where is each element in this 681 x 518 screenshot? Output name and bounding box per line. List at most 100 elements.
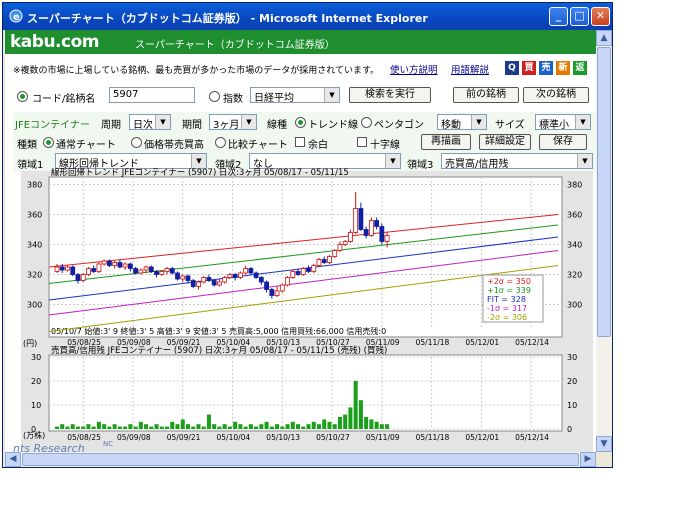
horizontal-scroll-thumb[interactable] xyxy=(22,453,579,466)
volume-bar xyxy=(332,424,337,429)
volume-bar xyxy=(65,426,70,429)
candle-body xyxy=(258,277,264,283)
volume-bar xyxy=(75,426,80,429)
candle-body xyxy=(353,208,359,233)
volume-bar xyxy=(175,424,180,429)
volume-bar xyxy=(269,426,274,429)
candle-body xyxy=(232,274,238,278)
volume-bar xyxy=(191,426,196,429)
candle-body xyxy=(169,268,175,274)
close-button[interactable]: ✕ xyxy=(591,7,610,26)
candle-body xyxy=(316,259,322,266)
price-y-tick-right: 300 xyxy=(567,301,582,310)
candle-body xyxy=(384,235,390,242)
maximize-button[interactable]: □ xyxy=(570,7,589,26)
candle-body xyxy=(279,284,285,292)
volume-bar xyxy=(138,421,143,429)
volume-bar xyxy=(264,421,269,429)
volume-bar xyxy=(233,421,238,429)
volume-bar xyxy=(96,421,101,429)
price-y-axis-label: (円) xyxy=(23,339,37,348)
volume-bar xyxy=(306,424,311,429)
volume-bar xyxy=(285,424,290,429)
volume-bar xyxy=(117,426,122,429)
candle-body xyxy=(274,290,280,296)
price-y-tick-right: 340 xyxy=(567,241,582,250)
candle-body xyxy=(201,277,207,283)
volume-bar xyxy=(185,424,190,429)
volume-bar xyxy=(201,426,206,429)
browser-window: e スーパーチャート（カブドットコム証券版） - Microsoft Inter… xyxy=(2,2,613,468)
candle-body xyxy=(321,259,327,263)
volume-x-tick: 05/10/27 xyxy=(316,433,350,442)
candle-body xyxy=(91,268,97,272)
price-info-line: 05/10/7 始値:3' 9 終値:3' 5 高値:3' 9 安値:3' 5 … xyxy=(51,326,386,336)
volume-bar xyxy=(374,421,379,429)
candle-body xyxy=(148,266,154,272)
candle-body xyxy=(75,274,81,281)
volume-bar xyxy=(86,424,91,429)
volume-y-tick-right: 0 xyxy=(567,425,572,434)
volume-x-tick: 05/10/04 xyxy=(217,433,251,442)
candle-body xyxy=(65,266,70,271)
scroll-down-icon[interactable]: ▼ xyxy=(596,436,612,452)
volume-y-tick-left: 20 xyxy=(31,377,41,386)
candle-body xyxy=(332,250,338,257)
volume-bar xyxy=(316,424,321,429)
candle-body xyxy=(327,256,332,263)
candle-body xyxy=(211,280,217,286)
volume-bar xyxy=(238,424,243,429)
volume-x-tick: 05/10/13 xyxy=(266,433,300,442)
vendor-brand: nts Research xyxy=(13,442,85,452)
volume-bar xyxy=(217,426,222,429)
volume-x-tick: 05/11/18 xyxy=(416,433,450,442)
minimize-button[interactable]: _ xyxy=(549,7,568,26)
vertical-scroll-thumb[interactable] xyxy=(597,47,611,337)
scroll-left-icon[interactable]: ◀ xyxy=(5,452,21,467)
volume-x-tick: 05/08/25 xyxy=(67,433,101,442)
volume-bar xyxy=(102,424,107,429)
price-y-tick-left: 320 xyxy=(27,271,42,280)
candle-body xyxy=(269,289,275,296)
volume-bar xyxy=(364,417,369,429)
candle-body xyxy=(117,262,123,268)
volume-bar xyxy=(159,426,164,429)
candle-body xyxy=(374,220,380,227)
volume-bar xyxy=(311,421,316,429)
volume-bar xyxy=(301,426,306,429)
volume-x-tick: 05/12/14 xyxy=(515,433,549,442)
volume-bar xyxy=(222,424,227,429)
scroll-right-icon[interactable]: ▶ xyxy=(580,452,596,467)
candle-body xyxy=(196,281,201,287)
candle-body xyxy=(154,271,159,275)
candle-body xyxy=(337,244,343,251)
volume-bar xyxy=(227,426,232,429)
volume-bar xyxy=(206,414,211,429)
volume-bar xyxy=(196,424,201,429)
legend-entry: +2σ = 350 xyxy=(487,277,531,286)
candle-body xyxy=(300,268,306,275)
svg-text:e: e xyxy=(13,12,20,23)
volume-bar xyxy=(107,426,112,429)
scroll-up-icon[interactable]: ▲ xyxy=(596,30,612,46)
candle-body xyxy=(70,266,76,275)
volume-bar xyxy=(348,407,353,429)
candle-body xyxy=(237,272,243,278)
candle-body xyxy=(190,280,196,287)
volume-bar xyxy=(385,424,390,429)
candle-body xyxy=(222,277,228,283)
candle-body xyxy=(54,266,60,272)
legend-entry: FIT = 328 xyxy=(487,295,526,304)
volume-bar xyxy=(296,424,301,429)
candle-body xyxy=(164,268,170,272)
volume-bar xyxy=(165,426,170,429)
horizontal-scrollbar[interactable]: ◀ ▶ xyxy=(5,452,596,467)
vertical-scrollbar[interactable]: ▲ ▼ xyxy=(596,30,612,452)
volume-bar xyxy=(154,424,159,429)
candle-body xyxy=(217,281,222,286)
candle-body xyxy=(379,226,385,242)
price-x-tick: 05/11/18 xyxy=(416,338,450,347)
volume-x-tick: 05/12/01 xyxy=(465,433,499,442)
volume-bar xyxy=(379,424,384,429)
volume-y-tick-right: 10 xyxy=(567,401,577,410)
